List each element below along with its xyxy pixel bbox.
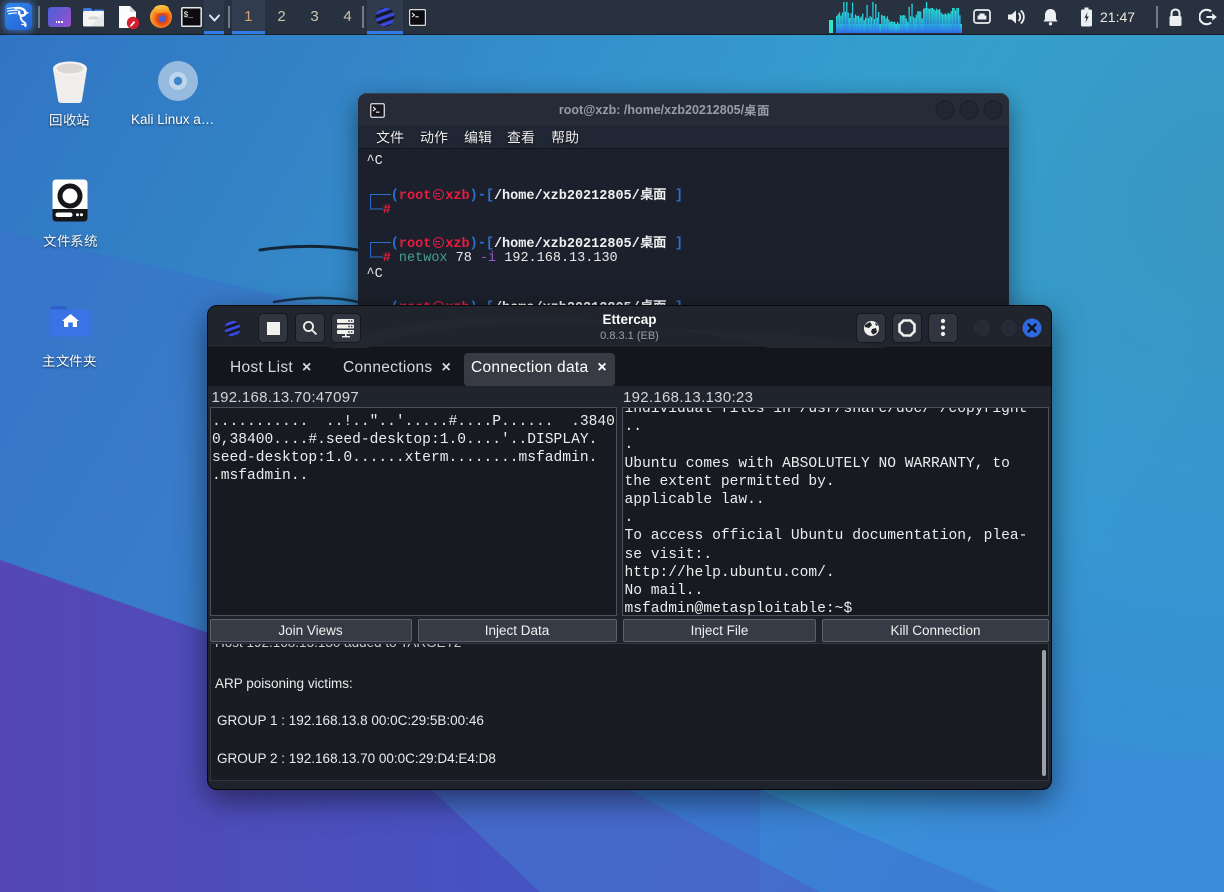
svg-text:$_: $_ <box>184 11 194 20</box>
